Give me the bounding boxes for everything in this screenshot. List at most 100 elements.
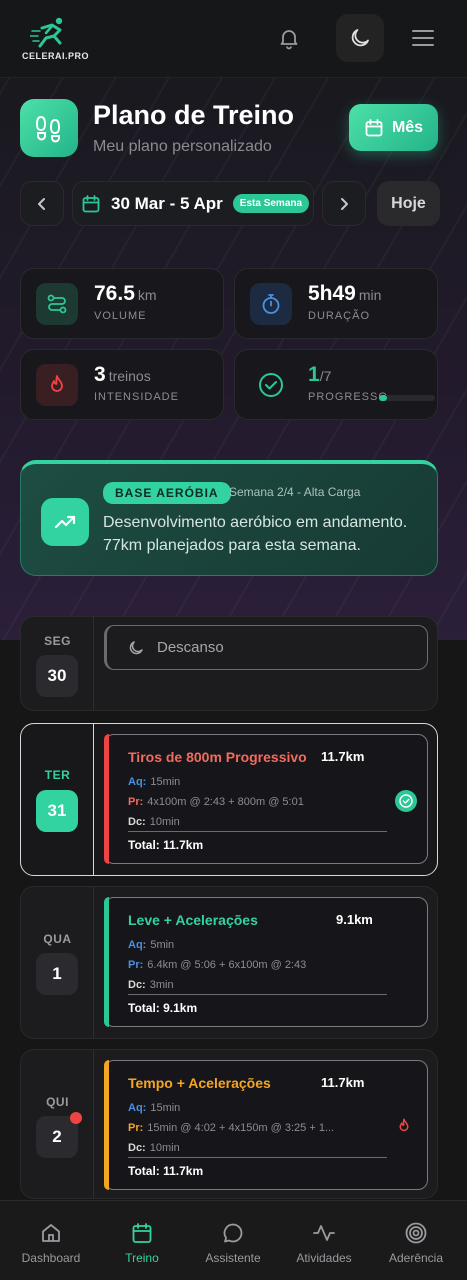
stat-progress-label: PROGRESSO xyxy=(308,391,388,403)
stat-intensity: 3 treinos INTENSIDADE xyxy=(20,349,224,420)
plan-icon-badge xyxy=(20,99,78,157)
warmup-line: Aq: 5min xyxy=(128,939,175,951)
workout-accent-bar xyxy=(104,1060,109,1190)
day-column: QUA 1 xyxy=(21,887,94,1038)
stat-volume-label: VOLUME xyxy=(94,310,147,322)
week-range-selector[interactable]: 30 Mar - 5 Apr Esta Semana xyxy=(72,181,314,226)
phase-description: Desenvolvimento aeróbico em andamento. 7… xyxy=(103,514,408,554)
nav-atividades[interactable]: Atividades xyxy=(279,1215,369,1265)
stat-progress-value: 1/7 xyxy=(308,363,332,386)
home-icon xyxy=(6,1215,96,1245)
page-title: Plano de Treino xyxy=(93,100,295,130)
warmup-line: Aq: 15min xyxy=(128,1102,181,1114)
nav-label: Aderência xyxy=(388,1251,444,1265)
theme-toggle-button[interactable] xyxy=(336,14,384,62)
bell-icon xyxy=(280,30,298,50)
menu-button[interactable] xyxy=(399,14,447,62)
runner-logo-icon xyxy=(30,17,63,48)
cooldown-line: Dc: 10min xyxy=(128,1142,180,1154)
nav-label: Dashboard xyxy=(21,1251,81,1265)
divider xyxy=(128,994,387,995)
workout-title: Tempo + Acelerações xyxy=(128,1075,271,1091)
rest-label: Descanso xyxy=(157,639,224,656)
nav-assistente[interactable]: Assistente xyxy=(188,1215,278,1265)
month-view-button[interactable]: Mês xyxy=(349,104,438,151)
moon-icon xyxy=(351,29,369,47)
notifications-button[interactable] xyxy=(265,14,313,62)
warmup-line: Aq: 15min xyxy=(128,776,181,788)
nav-dashboard[interactable]: Dashboard xyxy=(6,1215,96,1265)
stat-duration-value: 5h49 min xyxy=(308,282,382,305)
today-button[interactable]: Hoje xyxy=(377,181,440,226)
day-number: 30 xyxy=(36,655,78,697)
workout-card[interactable]: Tempo + Acelerações 11.7km Aq: 15min Pr: 1… xyxy=(104,1060,428,1190)
day-column: TER 31 xyxy=(21,724,94,875)
moon-icon xyxy=(129,640,143,654)
day-number: 1 xyxy=(36,953,78,995)
brand-logo[interactable]: CELERAI.PRO xyxy=(22,16,89,61)
workout-title: Tiros de 800m Progressivo xyxy=(128,749,307,765)
day-column: SEG 30 xyxy=(21,617,94,710)
day-row-qua[interactable]: QUA 1 Leve + Acelerações 9.1km Aq: 5min P… xyxy=(20,886,438,1039)
nav-label: Treino xyxy=(125,1251,159,1265)
next-week-button[interactable] xyxy=(322,181,366,226)
day-name: QUA xyxy=(43,932,72,946)
workout-accent-bar xyxy=(104,897,109,1027)
day-row-seg[interactable]: SEG 30 Descanso xyxy=(20,616,438,711)
day-name: QUI xyxy=(46,1095,69,1109)
bottom-navigation: Dashboard Treino Assistente Atividades A… xyxy=(0,1200,467,1280)
trending-up-icon xyxy=(41,498,89,546)
stat-intensity-value: 3 treinos xyxy=(94,363,151,386)
phase-badge: BASE AERÓBIA xyxy=(103,482,231,504)
stat-duration: 5h49 min DURAÇÃO xyxy=(234,268,438,339)
cooldown-line: Dc: 10min xyxy=(128,816,180,828)
progress-bar xyxy=(379,395,435,401)
workout-accent-bar xyxy=(104,734,109,864)
previous-week-button[interactable] xyxy=(20,181,64,226)
workout-card[interactable]: Tiros de 800m Progressivo 11.7km Aq: 15mi… xyxy=(104,734,428,864)
workout-total: Total: 9.1km xyxy=(128,1001,198,1015)
day-name: SEG xyxy=(44,634,71,648)
training-phase-card[interactable]: BASE AERÓBIA Semana 2/4 - Alta Carga Des… xyxy=(20,460,438,576)
main-set-line: Pr: 6.4km @ 5:06 + 6x100m @ 2:43 xyxy=(128,959,307,971)
day-row-qui[interactable]: QUI 2 Tempo + Acelerações 11.7km Aq: 15mi… xyxy=(20,1049,438,1199)
chat-bubble-icon xyxy=(188,1215,278,1245)
calendar-icon xyxy=(82,194,100,212)
divider xyxy=(128,831,387,832)
workout-total: Total: 11.7km xyxy=(128,838,204,852)
stat-intensity-label: INTENSIDADE xyxy=(94,391,179,403)
month-view-label: Mês xyxy=(391,118,424,136)
workout-total: Total: 11.7km xyxy=(128,1164,204,1178)
footprints-icon xyxy=(35,115,61,143)
chevron-left-icon xyxy=(38,197,45,210)
nav-aderencia[interactable]: Aderência xyxy=(371,1215,461,1265)
hamburger-icon xyxy=(412,30,434,46)
phase-week: Semana 2/4 - Alta Carga xyxy=(229,485,361,499)
target-icon xyxy=(371,1215,461,1245)
stat-progress: 1/7 PROGRESSO xyxy=(234,349,438,420)
progress-bar-fill xyxy=(379,395,387,401)
divider xyxy=(128,1157,387,1158)
workout-distance: 11.7km xyxy=(321,1075,365,1090)
day-number: 31 xyxy=(36,790,78,832)
calendar-icon xyxy=(97,1215,187,1245)
stat-duration-label: DURAÇÃO xyxy=(308,310,371,322)
workout-card[interactable]: Leve + Acelerações 9.1km Aq: 5min Pr: 6.4k… xyxy=(104,897,428,1027)
activity-pulse-icon xyxy=(279,1215,369,1245)
chevron-right-icon xyxy=(341,197,348,210)
nav-treino[interactable]: Treino xyxy=(97,1215,187,1265)
workout-title: Leve + Acelerações xyxy=(128,912,258,928)
rest-day-card[interactable]: Descanso xyxy=(104,625,428,670)
stopwatch-icon xyxy=(250,283,292,325)
flame-icon xyxy=(395,1117,413,1140)
check-circle-icon xyxy=(250,364,292,406)
main-set-line: Pr: 15min @ 4:02 + 4x150m @ 3:25 + 1... xyxy=(128,1122,335,1134)
cooldown-line: Dc: 3min xyxy=(128,979,174,991)
workout-distance: 9.1km xyxy=(336,912,373,927)
flame-icon xyxy=(36,364,78,406)
day-column: QUI 2 xyxy=(21,1050,94,1198)
day-row-ter[interactable]: TER 31 Tiros de 800m Progressivo 11.7km … xyxy=(20,723,438,876)
week-range: 30 Mar - 5 Apr xyxy=(111,193,223,213)
stat-volume: 76.5 km VOLUME xyxy=(20,268,224,339)
page-subtitle: Meu plano personalizado xyxy=(93,138,272,155)
